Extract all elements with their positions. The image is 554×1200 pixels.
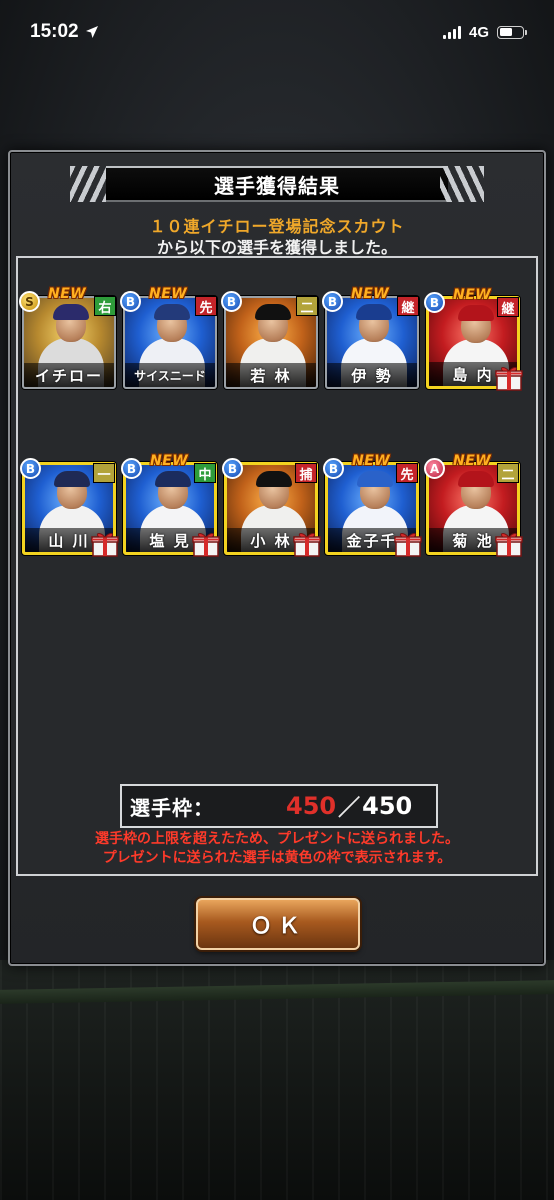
player-name: 伊 勢: [327, 363, 417, 387]
slot-separator: ／: [338, 796, 361, 821]
new-badge: NEW: [150, 453, 189, 469]
status-bar: 15:02 4G: [0, 0, 554, 64]
slot-max: 450: [362, 792, 413, 820]
position-badge: 捕: [295, 463, 317, 483]
player-card[interactable]: 菊 池 A NEW 二: [424, 453, 523, 558]
slot-label: 選手枠：: [130, 795, 214, 820]
dialog-title-bar: 選手獲得結果: [70, 166, 484, 202]
gift-box-icon: [91, 530, 119, 558]
new-badge: NEW: [453, 287, 492, 303]
player-card[interactable]: 小 林B捕: [222, 458, 321, 558]
player-card[interactable]: 山 川B一: [20, 458, 119, 558]
player-card[interactable]: 島 内 B NEW 継: [424, 287, 523, 392]
gift-box-icon: [192, 530, 220, 558]
dialog-title: 選手獲得結果: [214, 173, 340, 198]
player-name: イチロー: [24, 363, 114, 387]
scout-name: １０連イチロー登場記念スカウト: [149, 217, 405, 236]
rank-badge: B: [120, 291, 141, 312]
player-card[interactable]: 若 林 B 二: [221, 291, 318, 389]
warning-line-2: プレゼントに送られた選手は黄色の枠で表示されます。: [102, 850, 452, 866]
position-badge: 一: [93, 463, 115, 483]
scout-description: １０連イチロー登場記念スカウト から以下の選手を獲得しました。: [10, 216, 544, 258]
gift-box-icon: [293, 530, 321, 558]
new-badge: NEW: [351, 286, 390, 302]
position-badge: 継: [497, 297, 519, 317]
warning-line-1: 選手枠の上限を超えたため、プレゼントに送られました。: [95, 831, 459, 847]
player-slot-counter: 選手枠： 450 ／ 450: [120, 784, 438, 828]
rank-badge: B: [322, 291, 343, 312]
rank-badge: B: [424, 292, 445, 313]
position-badge: 先: [195, 296, 217, 316]
rank-badge: B: [20, 458, 41, 479]
player-card[interactable]: 金子千 B NEW 先: [323, 453, 422, 558]
slot-current: 450: [286, 792, 337, 820]
new-badge: NEW: [453, 453, 492, 469]
player-card[interactable]: 伊 勢 B NEW 継: [322, 286, 419, 389]
position-badge: 中: [194, 463, 216, 483]
position-badge: 継: [397, 296, 419, 316]
status-time: 15:02: [30, 21, 79, 42]
player-name: 若 林: [226, 363, 316, 387]
rank-badge: S: [19, 291, 40, 312]
rank-badge: B: [221, 291, 242, 312]
location-arrow-icon: [85, 26, 98, 38]
rank-badge: B: [222, 458, 243, 479]
scout-result-dialog: 選手獲得結果 １０連イチロー登場記念スカウト から以下の選手を獲得しました。 イ…: [8, 150, 546, 966]
ok-button[interactable]: ＯＫ: [196, 898, 360, 950]
gift-box-icon: [495, 364, 523, 392]
player-name: サイスニード: [125, 363, 215, 387]
new-badge: NEW: [149, 286, 188, 302]
player-card[interactable]: イチロー S NEW 右: [19, 286, 116, 389]
battery-icon: [497, 25, 527, 39]
gift-box-icon: [394, 530, 422, 558]
rank-badge: B: [323, 458, 344, 479]
player-card[interactable]: 塩 見 B NEW 中: [121, 453, 220, 558]
new-badge: NEW: [48, 286, 87, 302]
new-badge: NEW: [352, 453, 391, 469]
network-type: 4G: [468, 23, 489, 41]
slot-overflow-warning: 選手枠の上限を超えたため、プレゼントに送られました。 プレゼントに送られた選手は…: [10, 830, 544, 868]
rank-badge: B: [121, 458, 142, 479]
scout-result-message: から以下の選手を獲得しました。: [156, 238, 397, 257]
position-badge: 先: [396, 463, 418, 483]
position-badge: 二: [296, 296, 318, 316]
cellular-signal-icon: [442, 25, 461, 39]
player-card[interactable]: サイスニード B NEW 先: [120, 286, 217, 389]
rank-badge: A: [424, 458, 445, 479]
gift-box-icon: [495, 530, 523, 558]
position-badge: 二: [497, 463, 519, 483]
position-badge: 右: [94, 296, 116, 316]
